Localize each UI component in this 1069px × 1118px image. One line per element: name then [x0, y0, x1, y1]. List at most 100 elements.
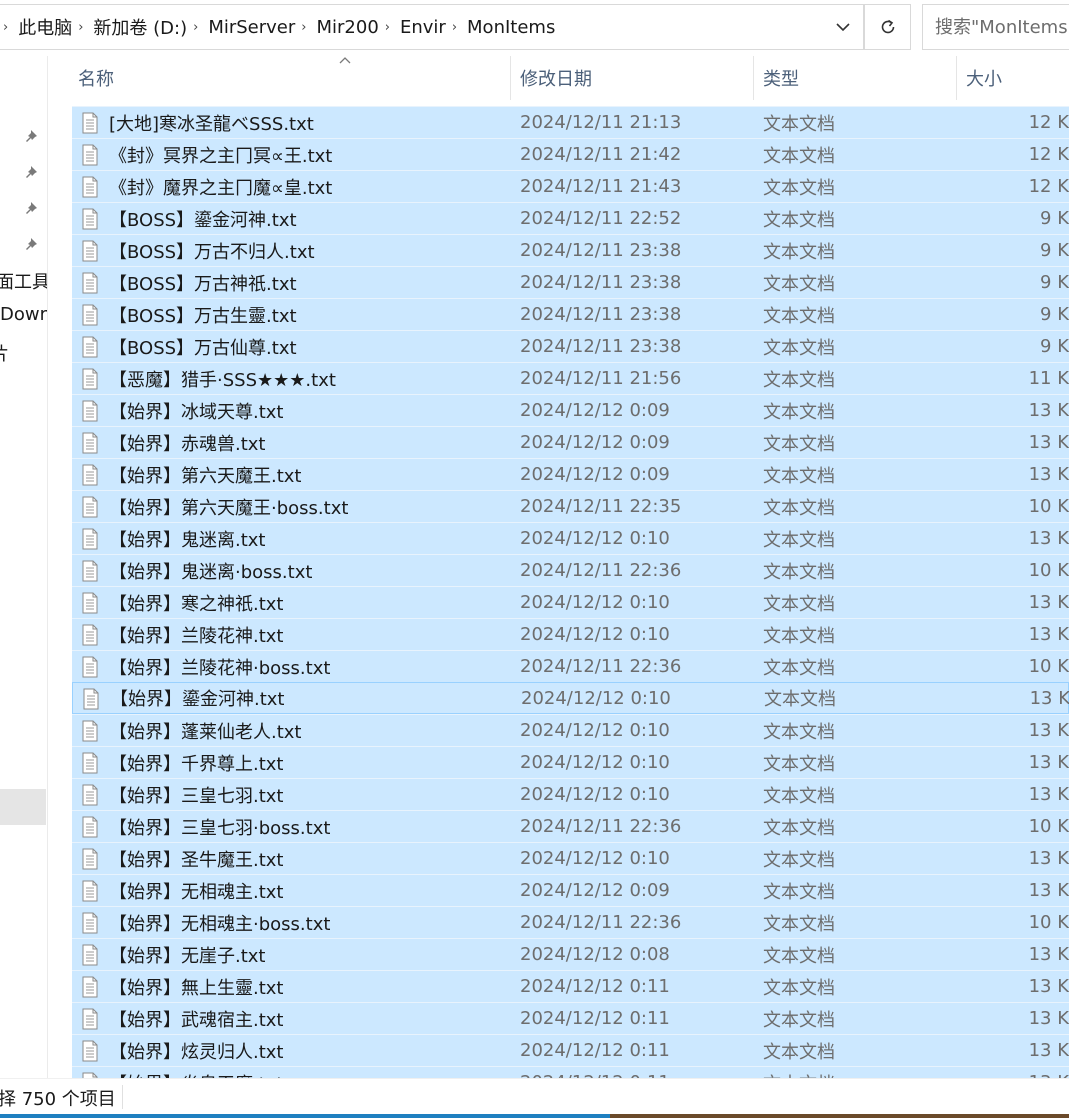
file-size: 9 K	[1040, 272, 1069, 293]
file-size: 13 K	[1028, 848, 1069, 869]
address-bar[interactable]: › 此电脑 › 新加卷 (D:) › MirServer › Mir200 › Envir › Mon…	[0, 4, 864, 50]
chevron-right-icon[interactable]: ›	[0, 20, 18, 35]
text-file-icon	[82, 784, 98, 806]
text-file-icon	[82, 112, 98, 134]
chevron-right-icon[interactable]: ›	[295, 20, 316, 35]
file-name: 【BOSS】万古仙尊.txt	[109, 337, 297, 359]
file-row[interactable]: 《封》冥界之主冂冥∝王.txt 2024/12/11 21:42 文本文档 12 K	[72, 138, 1069, 170]
selection-count: 择 750 个项目	[0, 1089, 116, 1110]
chevron-right-icon[interactable]: ›	[187, 20, 208, 35]
breadcrumb-item[interactable]: MonItems	[467, 17, 555, 38]
file-size: 13 K	[1028, 432, 1069, 453]
search-input[interactable]	[923, 5, 1069, 49]
file-name: 【始界】炎皇天魔.txt	[109, 1070, 284, 1079]
file-type: 文本文档	[763, 337, 835, 359]
nav-item-selected[interactable]	[0, 789, 46, 825]
text-file-icon	[82, 144, 98, 166]
file-row[interactable]: 【始界】鬼迷离·boss.txt 2024/12/11 22:36 文本文档 10 K	[72, 554, 1069, 586]
column-size[interactable]: 大小	[956, 56, 1069, 100]
file-date-modified: 2024/12/12 0:10	[520, 624, 670, 645]
file-type: 文本文档	[763, 945, 835, 967]
file-row[interactable]: 【始界】第六天魔王.txt 2024/12/12 0:09 文本文档 13 K	[72, 458, 1069, 490]
file-row[interactable]: 【始界】寒之神祇.txt 2024/12/12 0:10 文本文档 13 K	[72, 586, 1069, 618]
file-date-modified: 2024/12/12 0:10	[520, 848, 670, 869]
chevron-right-icon[interactable]: ›	[446, 20, 467, 35]
file-row[interactable]: 【始界】三皇七羽·boss.txt 2024/12/11 22:36 文本文档 10 …	[72, 810, 1069, 842]
file-name: 【始界】無上生靈.txt	[109, 977, 284, 999]
file-date-modified: 2024/12/12 0:09	[520, 400, 670, 421]
file-row[interactable]: 【始界】千界尊上.txt 2024/12/12 0:10 文本文档 13 K	[72, 746, 1069, 778]
file-row[interactable]: 【始界】武魂宿主.txt 2024/12/12 0:11 文本文档 13 K	[72, 1002, 1069, 1034]
refresh-icon	[881, 19, 894, 34]
file-type: 文本文档	[763, 913, 835, 935]
file-date-modified: 2024/12/12 0:10	[520, 592, 670, 613]
chevron-right-icon[interactable]: ›	[379, 20, 400, 35]
breadcrumb-item[interactable]: Envir	[400, 17, 446, 38]
nav-item-desktop-tools[interactable]: 面工具	[0, 268, 47, 294]
file-row[interactable]: 【始界】无相魂主·boss.txt 2024/12/11 22:36 文本文档 10 …	[72, 906, 1069, 938]
text-file-icon	[82, 560, 98, 582]
file-row[interactable]: 【始界】三皇七羽.txt 2024/12/12 0:10 文本文档 13 K	[72, 778, 1069, 810]
file-row[interactable]: 【始界】第六天魔王·boss.txt 2024/12/11 22:35 文本文档 10…	[72, 490, 1069, 522]
file-explorer-window: › 此电脑 › 新加卷 (D:) › MirServer › Mir200 › Envir › Mon…	[0, 0, 1069, 1118]
file-type: 文本文档	[763, 753, 835, 775]
file-row[interactable]: 【始界】蓬莱仙老人.txt 2024/12/12 0:10 文本文档 13 K	[72, 714, 1069, 746]
breadcrumb-item[interactable]: 新加卷 (D:)	[93, 14, 187, 40]
breadcrumb-item[interactable]: Mir200	[316, 17, 378, 38]
file-type: 文本文档	[763, 817, 835, 839]
file-row[interactable]: 【始界】鎏金河神.txt 2024/12/12 0:10 文本文档 13 K	[72, 682, 1069, 714]
file-row[interactable]: 《封》魔界之主冂魔∝皇.txt 2024/12/11 21:43 文本文档 12 K	[72, 170, 1069, 202]
file-type: 文本文档	[763, 1009, 835, 1031]
nav-item-pictures[interactable]: 片	[0, 340, 9, 366]
file-type: 文本文档	[763, 177, 835, 199]
file-row[interactable]: 【BOSS】鎏金河神.txt 2024/12/11 22:52 文本文档 9 K	[72, 202, 1069, 234]
text-file-icon	[82, 368, 98, 390]
file-name: 《封》魔界之主冂魔∝皇.txt	[109, 177, 333, 199]
file-row[interactable]: 【始界】冰域天尊.txt 2024/12/12 0:09 文本文档 13 K	[72, 394, 1069, 426]
file-row[interactable]: 【始界】兰陵花神·boss.txt 2024/12/11 22:36 文本文档 10 …	[72, 650, 1069, 682]
file-size: 13 K	[1028, 976, 1069, 997]
file-row[interactable]: 【BOSS】万古仙尊.txt 2024/12/11 23:38 文本文档 9 K	[72, 330, 1069, 362]
file-size: 10 K	[1028, 816, 1069, 837]
text-file-icon	[82, 240, 98, 262]
file-row[interactable]: 【恶魔】猎手·SSS★★★.txt 2024/12/11 21:56 文本文档 11 …	[72, 362, 1069, 394]
column-type[interactable]: 类型	[753, 56, 955, 100]
file-name: [大地]寒冰圣龍ベSSS.txt	[109, 113, 314, 135]
file-row[interactable]: 【始界】無上生靈.txt 2024/12/12 0:11 文本文档 13 K	[72, 970, 1069, 1002]
file-row[interactable]: 【始界】兰陵花神.txt 2024/12/12 0:10 文本文档 13 K	[72, 618, 1069, 650]
search-box[interactable]	[922, 4, 1069, 50]
file-size: 13 K	[1028, 624, 1069, 645]
nav-item-downloads[interactable]: Dowr	[0, 304, 47, 325]
file-row[interactable]: 【BOSS】万古神祇.txt 2024/12/11 23:38 文本文档 9 K	[72, 266, 1069, 298]
file-row[interactable]: 【始界】炫灵归人.txt 2024/12/12 0:11 文本文档 13 K	[72, 1034, 1069, 1066]
file-list[interactable]: [大地]寒冰圣龍ベSSS.txt 2024/12/11 21:13 文本文档 12 K…	[72, 106, 1069, 1078]
column-date-modified[interactable]: 修改日期	[510, 56, 752, 100]
file-date-modified: 2024/12/12 0:09	[520, 880, 670, 901]
breadcrumb-item[interactable]: 此电脑	[18, 14, 72, 40]
file-row[interactable]: 【始界】赤魂兽.txt 2024/12/12 0:09 文本文档 13 K	[72, 426, 1069, 458]
file-size: 13 K	[1028, 464, 1069, 485]
file-row[interactable]: 【始界】鬼迷离.txt 2024/12/12 0:10 文本文档 13 K	[72, 522, 1069, 554]
address-toolbar: › 此电脑 › 新加卷 (D:) › MirServer › Mir200 › Envir › Mon…	[0, 0, 1069, 56]
file-type: 文本文档	[763, 209, 835, 231]
chevron-right-icon[interactable]: ›	[72, 20, 93, 35]
text-file-icon	[82, 496, 98, 518]
navigation-pane[interactable]: 面工具 Dowr 片	[0, 56, 48, 1078]
refresh-button[interactable]	[864, 4, 911, 50]
file-date-modified: 2024/12/12 0:11	[520, 976, 670, 997]
breadcrumb-item[interactable]: MirServer	[208, 17, 295, 38]
file-row[interactable]: 【始界】圣牛魔王.txt 2024/12/12 0:10 文本文档 13 K	[72, 842, 1069, 874]
address-history-dropdown[interactable]	[823, 4, 863, 50]
text-file-icon	[82, 336, 98, 358]
column-name[interactable]: 名称	[68, 56, 508, 100]
file-row[interactable]: 【始界】炎皇天魔.txt2024/12/12 0:11文本文档13 K	[72, 1066, 1069, 1078]
file-row[interactable]: 【BOSS】万古不归人.txt 2024/12/11 23:38 文本文档 9 K	[72, 234, 1069, 266]
file-type: 文本文档	[763, 433, 835, 455]
file-row[interactable]: [大地]寒冰圣龍ベSSS.txt 2024/12/11 21:13 文本文档 12 K	[72, 106, 1069, 138]
breadcrumb: › 此电脑 › 新加卷 (D:) › MirServer › Mir200 › Envir › Mon…	[0, 5, 555, 49]
file-row[interactable]: 【始界】无相魂主.txt 2024/12/12 0:09 文本文档 13 K	[72, 874, 1069, 906]
file-name: 《封》冥界之主冂冥∝王.txt	[109, 145, 333, 167]
file-row[interactable]: 【始界】无崖子.txt 2024/12/12 0:08 文本文档 13 K	[72, 938, 1069, 970]
file-row[interactable]: 【BOSS】万古生靈.txt 2024/12/11 23:38 文本文档 9 K	[72, 298, 1069, 330]
file-name: 【BOSS】万古生靈.txt	[109, 305, 297, 327]
